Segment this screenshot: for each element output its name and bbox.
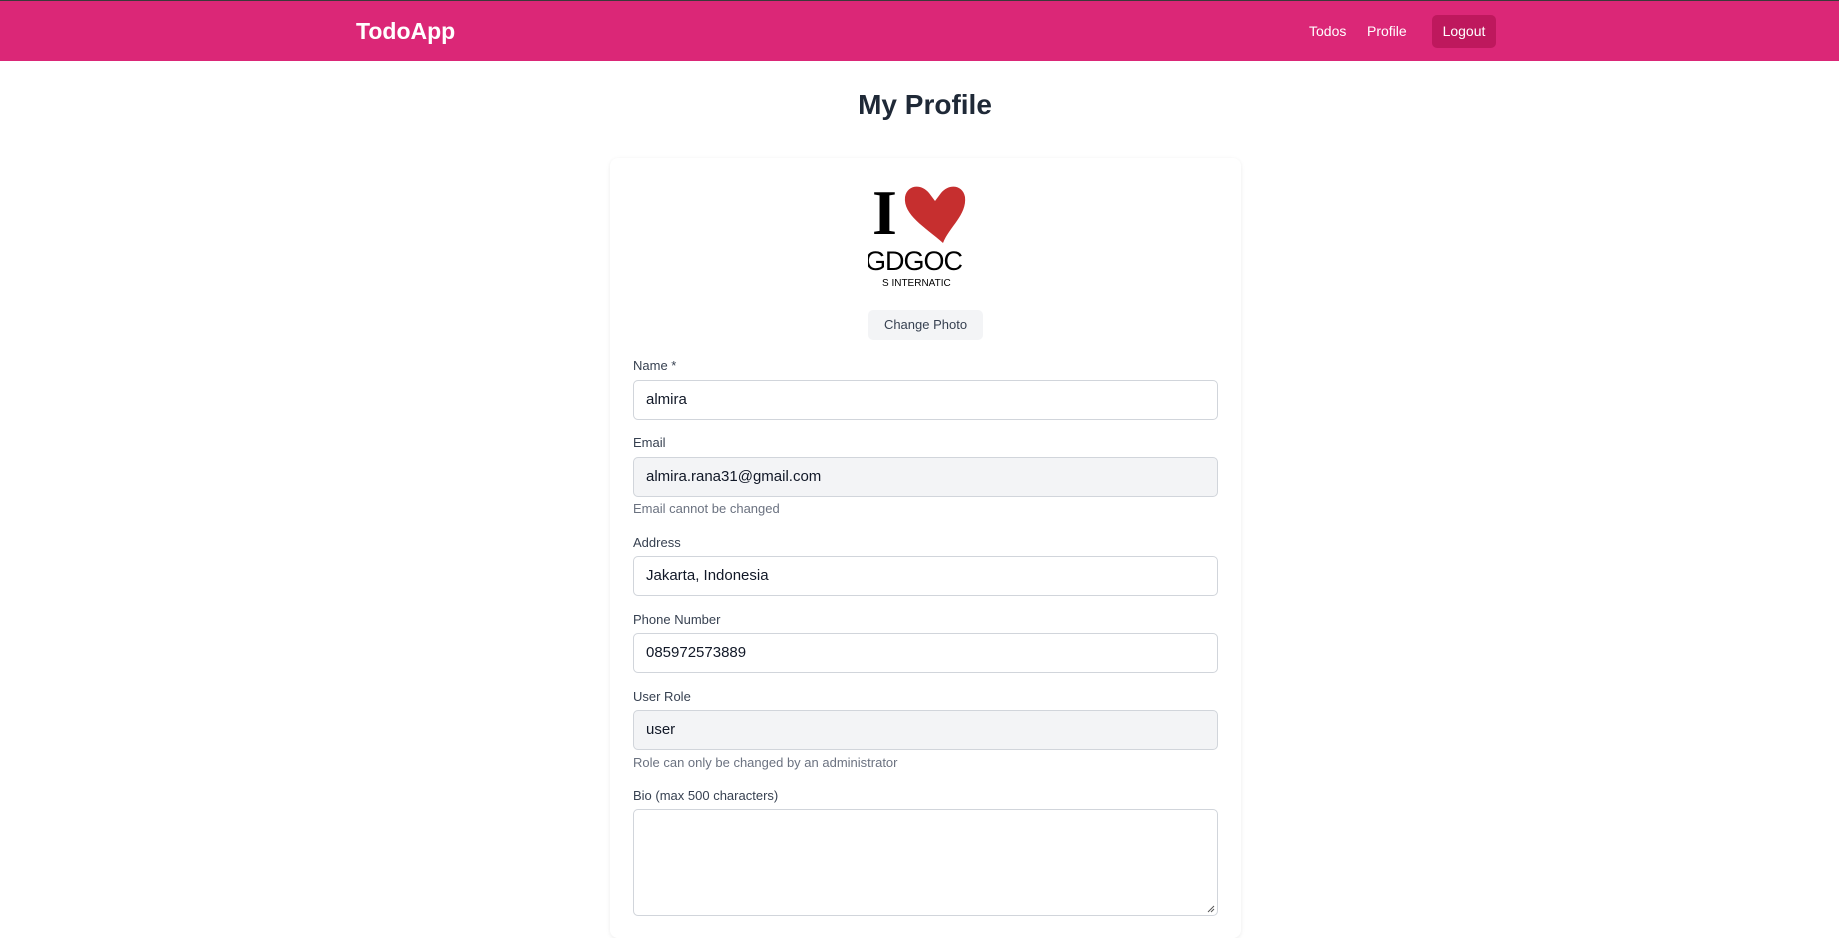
name-label: Name * bbox=[633, 358, 677, 373]
bio-label: Bio (max 500 characters) bbox=[633, 788, 779, 803]
bio-textarea[interactable] bbox=[633, 809, 1218, 916]
logout-button[interactable]: Logout bbox=[1432, 15, 1496, 48]
role-input: user bbox=[633, 710, 1218, 750]
avatar: I GDGOC S INTERNATIC bbox=[868, 180, 983, 295]
resize-grip-icon[interactable] bbox=[1207, 905, 1215, 913]
brand-logo[interactable]: TodoApp bbox=[356, 18, 455, 45]
avatar-logo-subtext: S INTERNATIC bbox=[882, 278, 951, 289]
role-label: User Role bbox=[633, 689, 691, 704]
nav-link-todos[interactable]: Todos bbox=[1309, 23, 1346, 39]
email-help-text: Email cannot be changed bbox=[633, 501, 780, 516]
avatar-logo-text: GDGOC bbox=[868, 246, 963, 276]
change-photo-button[interactable]: Change Photo bbox=[868, 310, 983, 340]
page-title: My Profile bbox=[858, 89, 992, 120]
phone-label: Phone Number bbox=[633, 612, 721, 627]
email-input: almira.rana31@gmail.com bbox=[633, 457, 1218, 497]
address-label: Address bbox=[633, 535, 681, 550]
name-input[interactable]: almira bbox=[633, 380, 1218, 420]
address-input[interactable]: Jakarta, Indonesia bbox=[633, 556, 1218, 596]
profile-card: I GDGOC S INTERNATIC Change Photo Name *… bbox=[610, 158, 1241, 938]
phone-input[interactable]: 085972573889 bbox=[633, 633, 1218, 673]
email-label: Email bbox=[633, 435, 666, 450]
nav-link-profile[interactable]: Profile bbox=[1367, 23, 1407, 39]
navbar: TodoApp Todos Profile Logout bbox=[0, 1, 1839, 61]
role-help-text: Role can only be changed by an administr… bbox=[633, 755, 898, 770]
avatar-logo-letter: I bbox=[872, 180, 897, 248]
